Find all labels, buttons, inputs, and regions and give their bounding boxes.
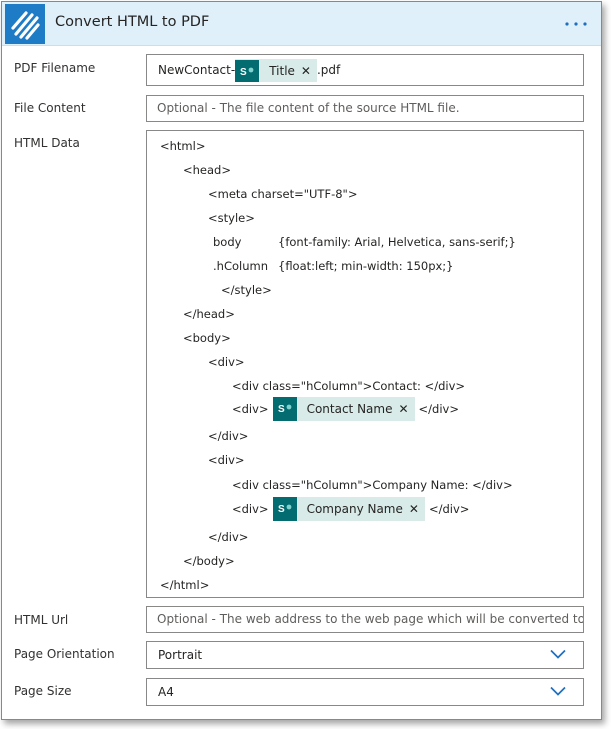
code-line: </head> bbox=[183, 307, 235, 321]
code-line: <div class="hColumn">Contact: </div> bbox=[232, 379, 466, 393]
close-icon[interactable]: ✕ bbox=[409, 502, 425, 516]
striped-logo-icon bbox=[5, 4, 45, 44]
close-icon[interactable]: ✕ bbox=[301, 56, 317, 86]
company-name-token[interactable]: S Company Name ✕ bbox=[272, 497, 425, 521]
contact-row: <div> S Contact Name ✕ </div> bbox=[232, 397, 459, 421]
pdf-filename-label: PDF Filename bbox=[14, 61, 96, 75]
code-line: {float:left; min-width: 150px;} bbox=[278, 259, 454, 273]
code-line: </style> bbox=[221, 283, 272, 297]
file-content-label: File Content bbox=[14, 101, 86, 115]
code-line: {font-family: Arial, Helvetica, sans-ser… bbox=[278, 235, 516, 249]
html-url-field[interactable]: Optional - The web address to the web pa… bbox=[146, 606, 584, 633]
action-title: Convert HTML to PDF bbox=[55, 14, 210, 30]
page-orientation-label: Page Orientation bbox=[14, 647, 115, 661]
filename-prefix: NewContact- bbox=[158, 63, 236, 77]
html-data-label: HTML Data bbox=[14, 136, 80, 150]
code-line: </html> bbox=[160, 578, 210, 592]
company-name-token-label: Company Name bbox=[306, 502, 403, 516]
card-header[interactable]: Convert HTML to PDF bbox=[2, 2, 601, 46]
code-line: </div> bbox=[418, 402, 459, 416]
page-orientation-value: Portrait bbox=[158, 648, 203, 662]
page-size-value: A4 bbox=[158, 685, 174, 699]
code-line: <head> bbox=[183, 163, 231, 177]
file-content-field[interactable]: Optional - The file content of the sourc… bbox=[146, 95, 584, 122]
sharepoint-icon: S bbox=[272, 497, 297, 521]
contact-name-token[interactable]: S Contact Name ✕ bbox=[272, 397, 415, 421]
pdf-filename-field[interactable]: NewContact- S Title ✕ .pdf bbox=[146, 54, 584, 86]
code-line: <html> bbox=[160, 139, 206, 153]
code-line: <div> bbox=[232, 402, 269, 416]
svg-text:S: S bbox=[278, 404, 285, 415]
filename-suffix: .pdf bbox=[316, 63, 341, 77]
code-line: <div> bbox=[208, 453, 245, 467]
html-url-placeholder: Optional - The web address to the web pa… bbox=[157, 612, 584, 626]
company-row: <div> S Company Name ✕ </div> bbox=[232, 497, 469, 521]
code-line: </body> bbox=[183, 554, 235, 568]
page-orientation-dropdown[interactable]: Portrait bbox=[146, 641, 584, 669]
code-line: <div> bbox=[232, 502, 269, 516]
code-line: </div> bbox=[208, 429, 249, 443]
html-url-label: HTML Url bbox=[14, 613, 69, 627]
svg-text:S: S bbox=[278, 504, 285, 515]
page-size-label: Page Size bbox=[14, 684, 72, 698]
contact-name-token-label: Contact Name bbox=[306, 402, 393, 416]
svg-text:S: S bbox=[240, 67, 247, 78]
sharepoint-icon: S bbox=[235, 59, 260, 82]
code-line: </div> bbox=[428, 502, 470, 516]
html-data-field[interactable]: <html> <head> <meta charset="UTF-8"> <st… bbox=[146, 130, 584, 598]
code-line: .hColumn bbox=[213, 259, 268, 273]
page-size-dropdown[interactable]: A4 bbox=[146, 678, 584, 706]
action-card: Convert HTML to PDF PDF Filename NewCont… bbox=[1, 1, 602, 720]
sharepoint-icon: S bbox=[272, 397, 297, 421]
code-line: <body> bbox=[183, 331, 231, 345]
title-token[interactable]: S Title ✕ bbox=[235, 59, 317, 82]
chevron-down-icon[interactable] bbox=[550, 685, 566, 697]
close-icon[interactable]: ✕ bbox=[398, 402, 414, 416]
more-dots-icon[interactable] bbox=[564, 10, 588, 34]
code-line: <meta charset="UTF-8"> bbox=[208, 187, 358, 201]
code-line: </div> bbox=[208, 530, 249, 544]
code-line: body bbox=[213, 235, 242, 249]
title-token-label: Title bbox=[269, 63, 295, 78]
chevron-down-icon[interactable] bbox=[550, 648, 566, 660]
code-line: <div class="hColumn">Company Name: </div… bbox=[232, 478, 513, 492]
code-line: <div> bbox=[208, 355, 245, 369]
file-content-placeholder: Optional - The file content of the sourc… bbox=[157, 101, 460, 115]
code-line: <style> bbox=[208, 211, 255, 225]
